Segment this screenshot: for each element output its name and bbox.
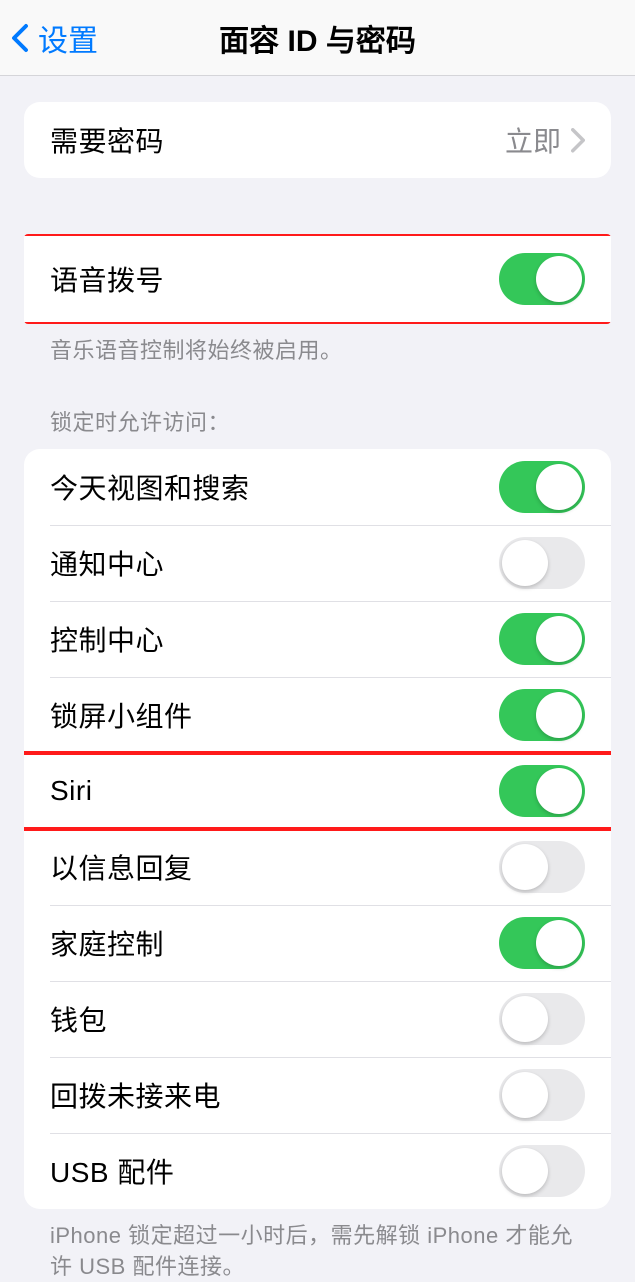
back-button[interactable]: 设置 xyxy=(10,16,98,60)
require-passcode-group: 需要密码 立即 xyxy=(24,102,611,178)
lock-access-row: 回拨未接来电 xyxy=(24,1057,611,1133)
lock-access-toggle[interactable] xyxy=(499,461,585,513)
require-passcode-label: 需要密码 xyxy=(50,120,164,160)
lock-access-row: 钱包 xyxy=(24,981,611,1057)
lock-access-footer: iPhone 锁定超过一小时后，需先解锁 iPhone 才能允许 USB 配件连… xyxy=(24,1209,611,1282)
lock-access-toggle[interactable] xyxy=(499,917,585,969)
lock-access-toggle[interactable] xyxy=(499,841,585,893)
lock-access-toggle[interactable] xyxy=(499,613,585,665)
lock-access-row: 控制中心 xyxy=(24,601,611,677)
chevron-left-icon xyxy=(10,21,30,55)
lock-access-group: 今天视图和搜索通知中心控制中心锁屏小组件 Siri 以信息回复家庭控制钱包回拨未接来… xyxy=(24,449,611,1209)
lock-access-row: USB 配件 xyxy=(24,1133,611,1209)
lock-access-label: 控制中心 xyxy=(50,619,164,659)
lock-access-label: 今天视图和搜索 xyxy=(50,467,250,507)
voice-dial-group: 语音拨号 xyxy=(24,234,611,324)
lock-access-row: 锁屏小组件 xyxy=(24,677,611,753)
lock-access-label: 以信息回复 xyxy=(50,847,193,887)
lock-access-toggle[interactable] xyxy=(499,993,585,1045)
lock-access-label: 锁屏小组件 xyxy=(50,695,193,735)
voice-dial-footer: 音乐语音控制将始终被启用。 xyxy=(24,324,611,367)
lock-access-label: USB 配件 xyxy=(50,1151,174,1191)
chevron-right-icon xyxy=(571,128,585,152)
lock-access-row: Siri xyxy=(24,753,611,829)
voice-dial-row: 语音拨号 xyxy=(24,234,611,324)
lock-access-toggle[interactable] xyxy=(499,689,585,741)
lock-access-toggle[interactable] xyxy=(499,1145,585,1197)
voice-dial-toggle[interactable] xyxy=(499,253,585,305)
require-passcode-row[interactable]: 需要密码 立即 xyxy=(24,102,611,178)
voice-dial-label: 语音拨号 xyxy=(50,259,164,299)
lock-access-row: 以信息回复 xyxy=(24,829,611,905)
lock-access-label: 家庭控制 xyxy=(50,923,164,963)
lock-access-toggle[interactable] xyxy=(499,765,585,817)
back-label: 设置 xyxy=(38,16,98,60)
lock-access-row: 今天视图和搜索 xyxy=(24,449,611,525)
require-passcode-value: 立即 xyxy=(505,120,561,160)
lock-access-label: 回拨未接来电 xyxy=(50,1075,221,1115)
lock-access-row: 家庭控制 xyxy=(24,905,611,981)
navigation-bar: 设置 面容 ID 与密码 xyxy=(0,0,635,76)
lock-access-header: 锁定时允许访问： xyxy=(24,405,611,449)
lock-access-toggle[interactable] xyxy=(499,537,585,589)
page-title: 面容 ID 与密码 xyxy=(219,16,416,60)
lock-access-label: Siri xyxy=(50,775,92,807)
lock-access-label: 钱包 xyxy=(50,999,107,1039)
lock-access-toggle[interactable] xyxy=(499,1069,585,1121)
lock-access-label: 通知中心 xyxy=(50,543,164,583)
lock-access-row: 通知中心 xyxy=(24,525,611,601)
